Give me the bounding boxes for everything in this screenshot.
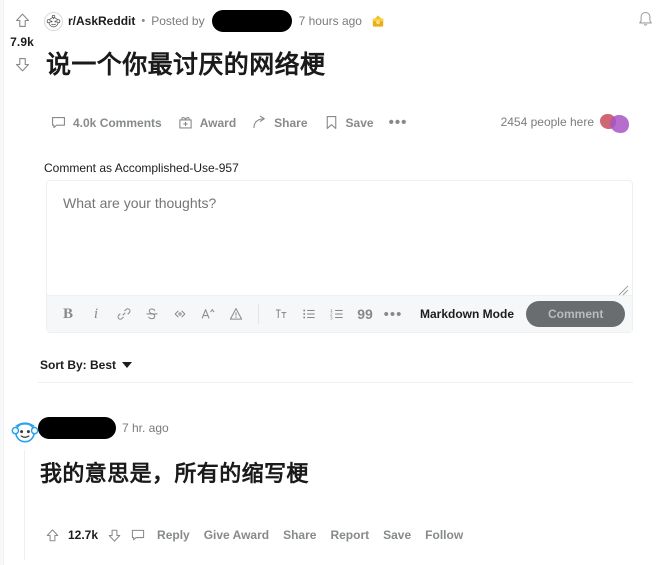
markdown-mode-toggle[interactable]: Markdown Mode: [410, 307, 524, 321]
posted-by-label: Posted by: [151, 14, 205, 28]
subreddit-link[interactable]: r/AskReddit: [68, 14, 135, 28]
presence-blobs-icon: [600, 112, 630, 133]
sort-by-label: Sort By: Best: [40, 358, 117, 372]
award-gift-icon: [177, 114, 194, 131]
upvote-arrow-icon: [14, 12, 31, 29]
comment-composer: B i: [46, 180, 633, 333]
svg-text:3: 3: [330, 316, 333, 321]
sort-by-dropdown[interactable]: Sort By: Best: [40, 358, 133, 372]
comment-input[interactable]: [47, 181, 632, 295]
blockquote-icon[interactable]: 99: [352, 301, 378, 327]
comment-bubble-icon: [50, 114, 67, 131]
downvote-arrow-icon: [14, 56, 31, 73]
post-share-label: Share: [274, 115, 308, 130]
comment-report-button[interactable]: Report: [324, 524, 375, 546]
share-arrow-icon: [251, 114, 268, 131]
people-here-label: 2454 people here: [500, 115, 594, 129]
more-dots-icon[interactable]: •••: [380, 301, 406, 327]
post-comments-label: 4.0k Comments: [73, 115, 162, 130]
user-avatar-snoo-icon[interactable]: [10, 415, 40, 445]
comment-as-label: Comment as Accomplished-Use-957: [44, 161, 239, 175]
page-left-edge: [0, 0, 4, 565]
comment-follow-button[interactable]: Follow: [419, 524, 469, 546]
link-icon[interactable]: [111, 301, 137, 327]
post-timestamp: 7 hours ago: [298, 14, 362, 28]
post-award-label: Award: [199, 115, 237, 130]
spoiler-icon[interactable]: [223, 301, 249, 327]
post-title: 说一个你最讨厌的网络梗: [46, 51, 326, 79]
header-separator: •: [141, 15, 146, 27]
comment-body: 我的意思是，所有的缩写梗: [40, 461, 309, 486]
post-award-button[interactable]: Award: [171, 110, 242, 135]
comment-timestamp: 7 hr. ago: [122, 421, 169, 435]
bulleted-list-icon[interactable]: [296, 301, 322, 327]
post-author-redacted: [211, 10, 292, 32]
chevron-down-icon: [122, 362, 133, 368]
bold-icon[interactable]: B: [55, 301, 81, 327]
gold-award-icon[interactable]: [370, 13, 386, 29]
comment-thread-line[interactable]: [24, 450, 25, 560]
comment-score: 12.7k: [68, 528, 99, 542]
post-vote-score: 7.9k: [10, 35, 34, 49]
save-bookmark-icon: [323, 114, 340, 131]
comment-author-redacted: [38, 417, 116, 439]
strikethrough-icon[interactable]: [139, 301, 165, 327]
post-page: 7.9k r/AskReddit • Posted by 7 hours ago…: [0, 0, 670, 565]
askreddit-snoo-icon: [44, 11, 63, 31]
numbered-list-icon[interactable]: 1 2 3: [324, 301, 350, 327]
comment-reply-button[interactable]: Reply: [151, 524, 196, 546]
post-share-button[interactable]: Share: [245, 110, 313, 135]
comment-action-bar: 12.7k Reply Give Award Share Report Save…: [41, 524, 469, 546]
post-save-label: Save: [345, 115, 374, 130]
comment-save-button[interactable]: Save: [377, 524, 417, 546]
comment-upvote-button[interactable]: [41, 524, 63, 546]
comment-bubble-icon[interactable]: [127, 524, 149, 546]
submit-comment-button[interactable]: Comment: [526, 301, 626, 327]
toolbar-divider: [258, 304, 259, 324]
notifications-button[interactable]: [632, 9, 658, 35]
superscript-icon[interactable]: [195, 301, 221, 327]
inline-code-icon[interactable]: [167, 301, 193, 327]
composer-toolbar: B i 1 2 3 99 ••• Markdown Mode Comment: [47, 295, 632, 332]
comment-header: 7 hr. ago: [38, 417, 169, 439]
more-dots-icon: •••: [388, 113, 408, 131]
post-save-button[interactable]: Save: [317, 110, 380, 135]
post-comments-button[interactable]: 4.0k Comments: [44, 110, 168, 135]
post-action-bar: 4.0k Comments Award Share Save •••: [44, 110, 413, 135]
post-header: r/AskReddit • Posted by 7 hours ago: [44, 10, 386, 32]
italic-icon[interactable]: i: [83, 301, 109, 327]
heading-icon[interactable]: [268, 301, 294, 327]
notification-bell-icon: [636, 10, 655, 34]
post-more-button[interactable]: •••: [383, 114, 414, 132]
post-vote-rail: 7.9k: [6, 8, 38, 76]
post-downvote-button[interactable]: [10, 52, 34, 76]
sort-divider: [38, 382, 633, 383]
comment-give-award-button[interactable]: Give Award: [198, 524, 275, 546]
people-here-indicator: 2454 people here: [500, 112, 630, 133]
post-upvote-button[interactable]: [10, 8, 34, 32]
comment-downvote-button[interactable]: [103, 524, 125, 546]
comment-share-button[interactable]: Share: [277, 524, 322, 546]
